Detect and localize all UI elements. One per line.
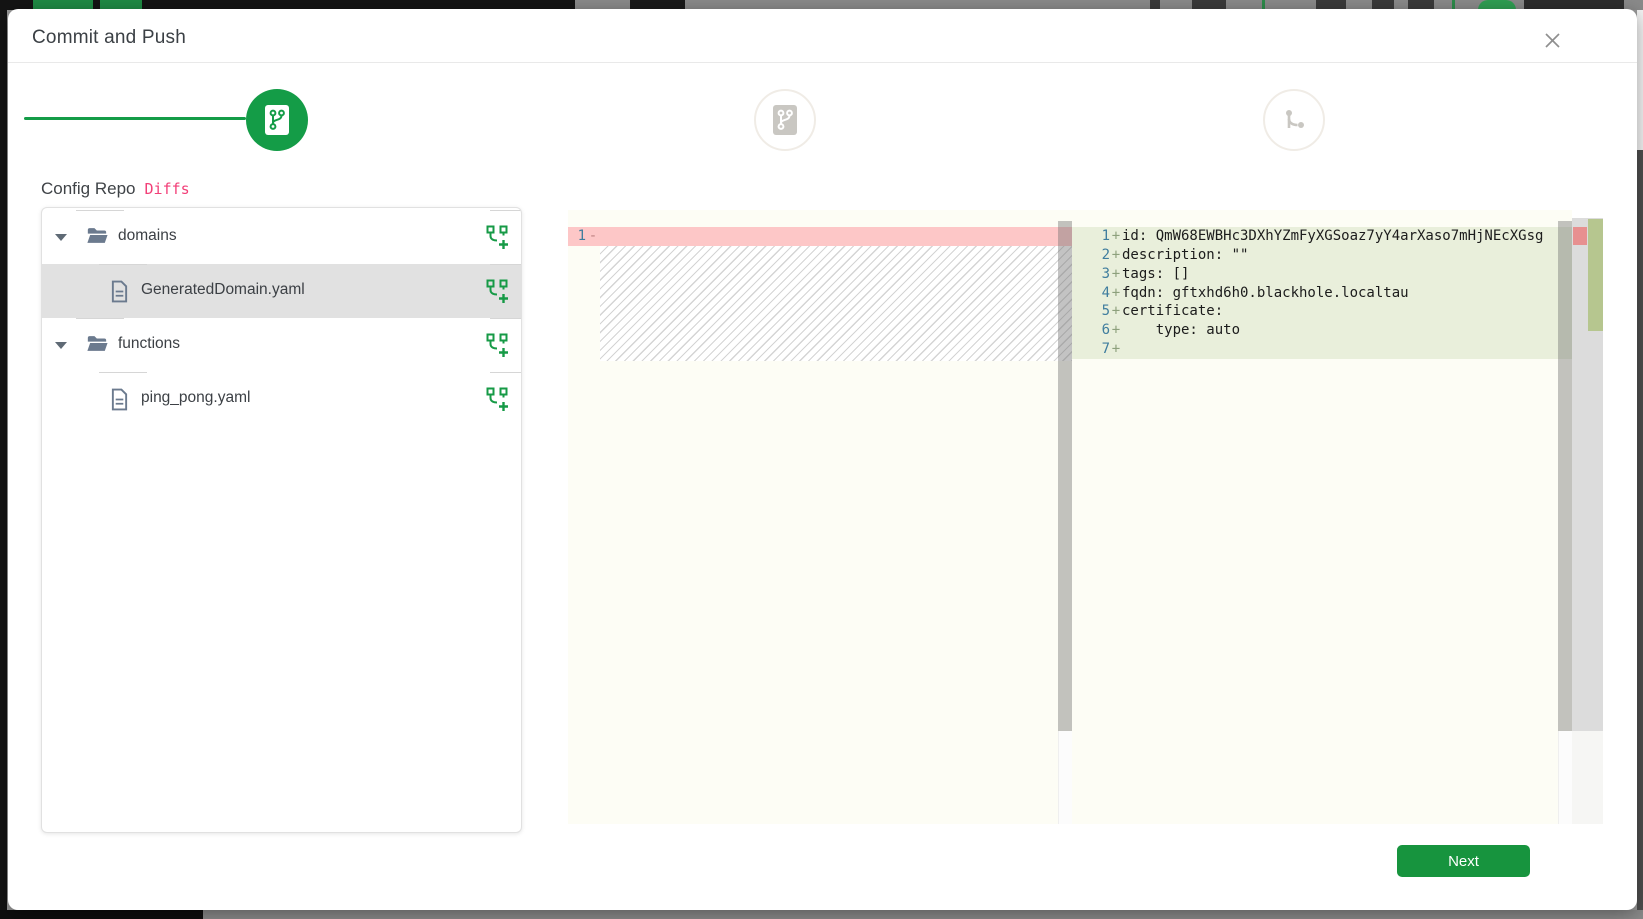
- row-divider: [490, 264, 521, 265]
- chevron-down-icon[interactable]: [55, 234, 67, 241]
- added-marker: +: [1110, 302, 1122, 321]
- line-number: 3: [1072, 265, 1110, 284]
- close-icon: [1543, 31, 1562, 50]
- removed-marker: -: [586, 227, 600, 246]
- row-divider: [76, 318, 124, 319]
- added-marker: +: [1110, 321, 1122, 340]
- diff-file-tree-panel: domains: [41, 207, 522, 833]
- minimap-removed-marker: [1573, 227, 1587, 245]
- diff-added-icon[interactable]: [486, 225, 510, 249]
- diff-minimap[interactable]: [1572, 218, 1603, 824]
- diff-added-line: 6+ type: auto: [1072, 321, 1572, 340]
- background-app-fragment: [0, 910, 203, 919]
- line-number: 2: [1072, 246, 1110, 265]
- git-merge-icon: [1280, 106, 1308, 134]
- scrollbar-thumb[interactable]: [1558, 221, 1572, 731]
- diff-added-line: 3+tags: []: [1072, 265, 1572, 284]
- background-app-edge: [1637, 10, 1643, 150]
- row-divider: [490, 210, 521, 211]
- commit-and-push-dialog: Commit and Push: [8, 9, 1637, 910]
- diff-added-line: 7+: [1072, 340, 1572, 359]
- file-icon: [110, 280, 129, 308]
- code-text: fqdn: gftxhd6h0.blackhole.localtau: [1122, 284, 1409, 303]
- minimap-added-marker: [1588, 219, 1603, 331]
- diff-added-line: 2+description: "": [1072, 246, 1572, 265]
- code-text: tags: []: [1122, 265, 1189, 284]
- scrollbar-track[interactable]: [1558, 731, 1572, 824]
- line-number: 5: [1072, 302, 1110, 321]
- tree-item-label: domains: [118, 227, 177, 245]
- next-button[interactable]: Next: [1397, 845, 1530, 877]
- folder-open-icon: [86, 334, 108, 358]
- code-text: certificate:: [1122, 302, 1223, 321]
- added-marker: +: [1110, 284, 1122, 303]
- close-button[interactable]: [1534, 22, 1570, 58]
- stepper-progress-line: [24, 117, 246, 120]
- line-number: 7: [1072, 340, 1110, 359]
- row-divider: [490, 372, 521, 373]
- row-divider: [490, 318, 521, 319]
- line-number: 4: [1072, 284, 1110, 303]
- stepper-step-diffs: [246, 89, 308, 151]
- added-marker: +: [1110, 246, 1122, 265]
- diffs-heading-accent: Diffs: [145, 180, 190, 198]
- row-divider: [99, 372, 147, 373]
- added-marker: +: [1110, 265, 1122, 284]
- diff-added-icon[interactable]: [486, 279, 510, 303]
- added-marker: +: [1110, 340, 1122, 359]
- git-branch-card-icon: [264, 104, 290, 136]
- diff-removed-line: 1 -: [568, 227, 1072, 246]
- tree-item-functions[interactable]: functions: [42, 318, 521, 372]
- tree-item-label: GeneratedDomain.yaml: [141, 281, 305, 299]
- diff-code-lines: 1+id: QmW68EWBHc3DXhYZmFyXGSoaz7yY4arXas…: [1072, 227, 1572, 359]
- dialog-title: Commit and Push: [32, 27, 186, 49]
- line-number: 6: [1072, 321, 1110, 340]
- file-icon: [110, 388, 129, 416]
- diff-added-line: 4+fqdn: gftxhd6h0.blackhole.localtau: [1072, 284, 1572, 303]
- section-heading: Config Repo Diffs: [41, 179, 190, 199]
- code-text: type: auto: [1122, 321, 1240, 340]
- tree-item-generateddomain-yaml[interactable]: GeneratedDomain.yaml: [42, 264, 521, 318]
- tree-item-domains[interactable]: domains: [42, 210, 521, 264]
- tree-item-label: functions: [118, 335, 180, 353]
- diff-added-line: 1+id: QmW68EWBHc3DXhYZmFyXGSoaz7yY4arXas…: [1072, 227, 1572, 246]
- diff-added-line: 5+certificate:: [1072, 302, 1572, 321]
- scrollbar-thumb[interactable]: [1058, 221, 1072, 731]
- folder-open-icon: [86, 226, 108, 250]
- tree-item-ping-pong-yaml[interactable]: ping_pong.yaml: [42, 372, 521, 426]
- git-branch-card-icon: [772, 104, 798, 136]
- background-scrollbar[interactable]: [1637, 150, 1643, 910]
- diff-added-icon[interactable]: [486, 333, 510, 357]
- scrollbar-track[interactable]: [1058, 731, 1072, 824]
- diff-added-icon[interactable]: [486, 387, 510, 411]
- chevron-down-icon[interactable]: [55, 342, 67, 349]
- screen: Commit and Push: [0, 0, 1643, 919]
- config-repo-heading: Config Repo: [41, 179, 136, 199]
- code-text: description: "": [1122, 246, 1248, 265]
- added-marker: +: [1110, 227, 1122, 246]
- code-text: id: QmW68EWBHc3DXhYZmFyXGSoaz7yY4arXaso7…: [1122, 227, 1543, 246]
- row-divider: [76, 210, 124, 211]
- stepper-step-push: [1263, 89, 1325, 151]
- diff-missing-lines-hatch: [600, 246, 1072, 361]
- diff-new-pane: 1+id: QmW68EWBHc3DXhYZmFyXGSoaz7yY4arXas…: [1072, 210, 1572, 824]
- header-divider: [8, 62, 1637, 63]
- diff-old-pane: 1 -: [568, 210, 1072, 824]
- line-number: 1: [1072, 227, 1110, 246]
- background-app-edge: [0, 910, 1643, 919]
- stepper-step-commit: [754, 89, 816, 151]
- new-pane-scrollbar[interactable]: [1558, 210, 1572, 824]
- line-number: 1: [568, 227, 586, 246]
- tree-item-label: ping_pong.yaml: [141, 389, 250, 407]
- background-app-edge: [0, 0, 7, 919]
- row-divider: [99, 264, 147, 265]
- old-pane-scrollbar[interactable]: [1058, 210, 1072, 824]
